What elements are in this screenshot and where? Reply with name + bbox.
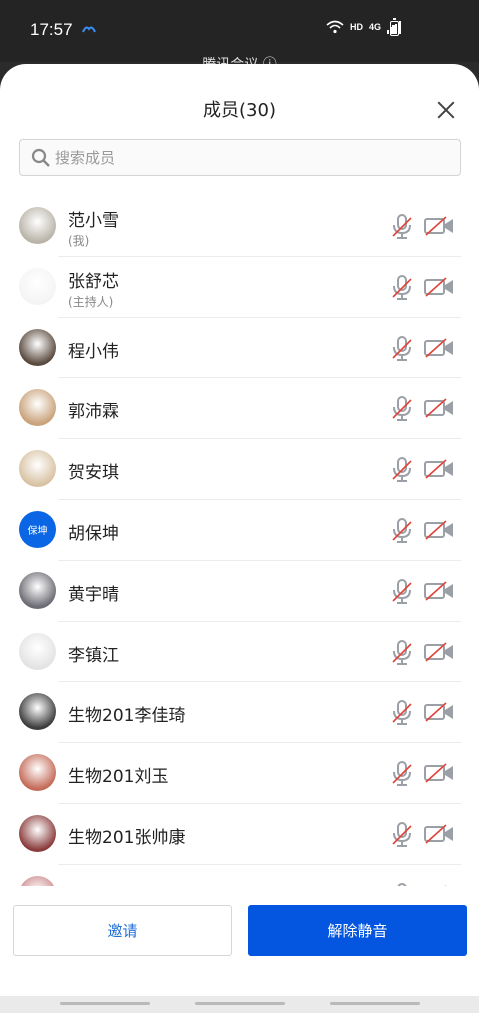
- member-row[interactable]: 黄宇晴: [0, 561, 479, 622]
- member-avatar: [19, 389, 56, 427]
- member-row[interactable]: 程小伟: [0, 318, 479, 379]
- search-box[interactable]: [19, 139, 461, 176]
- member-row[interactable]: 李镇江: [0, 622, 479, 683]
- member-avatar: [19, 450, 56, 488]
- nav-back[interactable]: [330, 1002, 420, 1005]
- mic-muted-icon[interactable]: [391, 517, 413, 543]
- camera-off-icon[interactable]: [424, 519, 454, 541]
- search-input[interactable]: [55, 148, 435, 167]
- member-row[interactable]: 范小雪 (我): [0, 196, 479, 257]
- member-name: 生物201李佳琦: [68, 706, 186, 727]
- search-icon: [31, 148, 50, 167]
- mic-muted-icon[interactable]: [391, 699, 413, 726]
- system-nav-bar: [0, 996, 479, 1013]
- camera-off-icon[interactable]: [424, 580, 454, 602]
- member-avatar: [19, 632, 56, 670]
- nav-recents[interactable]: [60, 1002, 150, 1005]
- wifi-icon: [326, 20, 344, 34]
- mic-muted-icon[interactable]: [391, 456, 413, 483]
- member-role: (主持人): [68, 294, 114, 309]
- camera-off-icon[interactable]: [424, 337, 454, 359]
- member-name: 黄宇晴: [68, 584, 119, 605]
- member-name: 范小雪: [68, 211, 119, 231]
- member-avatar: [19, 571, 56, 609]
- member-row[interactable]: 贺安琪: [0, 439, 479, 500]
- status-bar: 17:57 HD 4G: [0, 0, 479, 62]
- member-row[interactable]: 郭沛霖: [0, 378, 479, 440]
- members-sheet: 成员(30) 范小雪 (我) 张舒芯 (主持人) 程小伟郭沛霖贺安琪保坤胡保坤黄宇晴李镇…: [0, 64, 479, 996]
- member-row[interactable]: 生物201李佳琦: [0, 682, 479, 744]
- camera-off-icon[interactable]: [424, 215, 454, 237]
- member-row[interactable]: [0, 865, 479, 886]
- status-time: 17:57: [30, 20, 73, 39]
- mic-muted-icon[interactable]: [391, 274, 413, 300]
- member-avatar: [19, 754, 56, 792]
- app-notification-icon: [82, 26, 96, 33]
- member-avatar: 保坤: [19, 510, 56, 548]
- camera-off-icon[interactable]: [424, 823, 454, 845]
- member-role: (我): [68, 234, 90, 248]
- camera-off-icon[interactable]: [424, 701, 454, 723]
- member-row[interactable]: 保坤 胡保坤: [0, 500, 479, 561]
- camera-off-icon[interactable]: [424, 762, 454, 784]
- member-row[interactable]: 生物201张帅康: [0, 804, 479, 865]
- camera-off-icon[interactable]: [424, 641, 454, 663]
- member-name: 郭沛霖: [68, 402, 119, 423]
- mic-muted-icon[interactable]: [391, 213, 413, 239]
- member-name: 张舒芯: [68, 271, 119, 292]
- member-avatar: [19, 328, 56, 366]
- unmute-all-button[interactable]: 解除静音: [248, 905, 467, 956]
- member-name: 胡保坤: [68, 523, 119, 544]
- mic-muted-icon[interactable]: [391, 578, 413, 604]
- network-label: 4G: [368, 22, 381, 32]
- camera-off-icon[interactable]: [424, 458, 454, 480]
- invite-button[interactable]: 邀请: [13, 905, 232, 956]
- member-list: 范小雪 (我) 张舒芯 (主持人) 程小伟郭沛霖贺安琪保坤 胡保坤黄宇晴李镇江生物201李…: [0, 196, 479, 886]
- hd-label: HD: [349, 22, 363, 32]
- nav-home[interactable]: [195, 1002, 285, 1005]
- camera-off-icon[interactable]: [424, 884, 454, 886]
- member-name: 生物201张帅康: [68, 827, 186, 848]
- member-name: 程小伟: [68, 341, 119, 362]
- member-row[interactable]: 张舒芯 (主持人): [0, 257, 479, 318]
- mic-muted-icon[interactable]: [391, 760, 413, 787]
- member-avatar: [19, 207, 56, 244]
- member-avatar: [19, 814, 56, 852]
- member-row[interactable]: 生物201刘玉: [0, 743, 479, 804]
- mic-muted-icon[interactable]: [391, 395, 413, 422]
- member-avatar: [19, 693, 56, 731]
- member-avatar: [19, 875, 56, 886]
- mic-muted-icon[interactable]: [391, 882, 413, 886]
- member-avatar: [19, 267, 56, 305]
- mic-muted-icon[interactable]: [391, 335, 413, 361]
- camera-off-icon[interactable]: [424, 397, 454, 419]
- mic-muted-icon[interactable]: [391, 821, 413, 847]
- member-name: 贺安琪: [68, 463, 119, 484]
- member-name: 生物201刘玉: [68, 767, 169, 788]
- member-name: 李镇江: [68, 645, 119, 666]
- mic-muted-icon[interactable]: [391, 639, 413, 665]
- close-icon[interactable]: [434, 98, 458, 122]
- sheet-title: 成员(30): [203, 100, 276, 121]
- camera-off-icon[interactable]: [424, 276, 454, 298]
- battery-icon: [390, 18, 399, 36]
